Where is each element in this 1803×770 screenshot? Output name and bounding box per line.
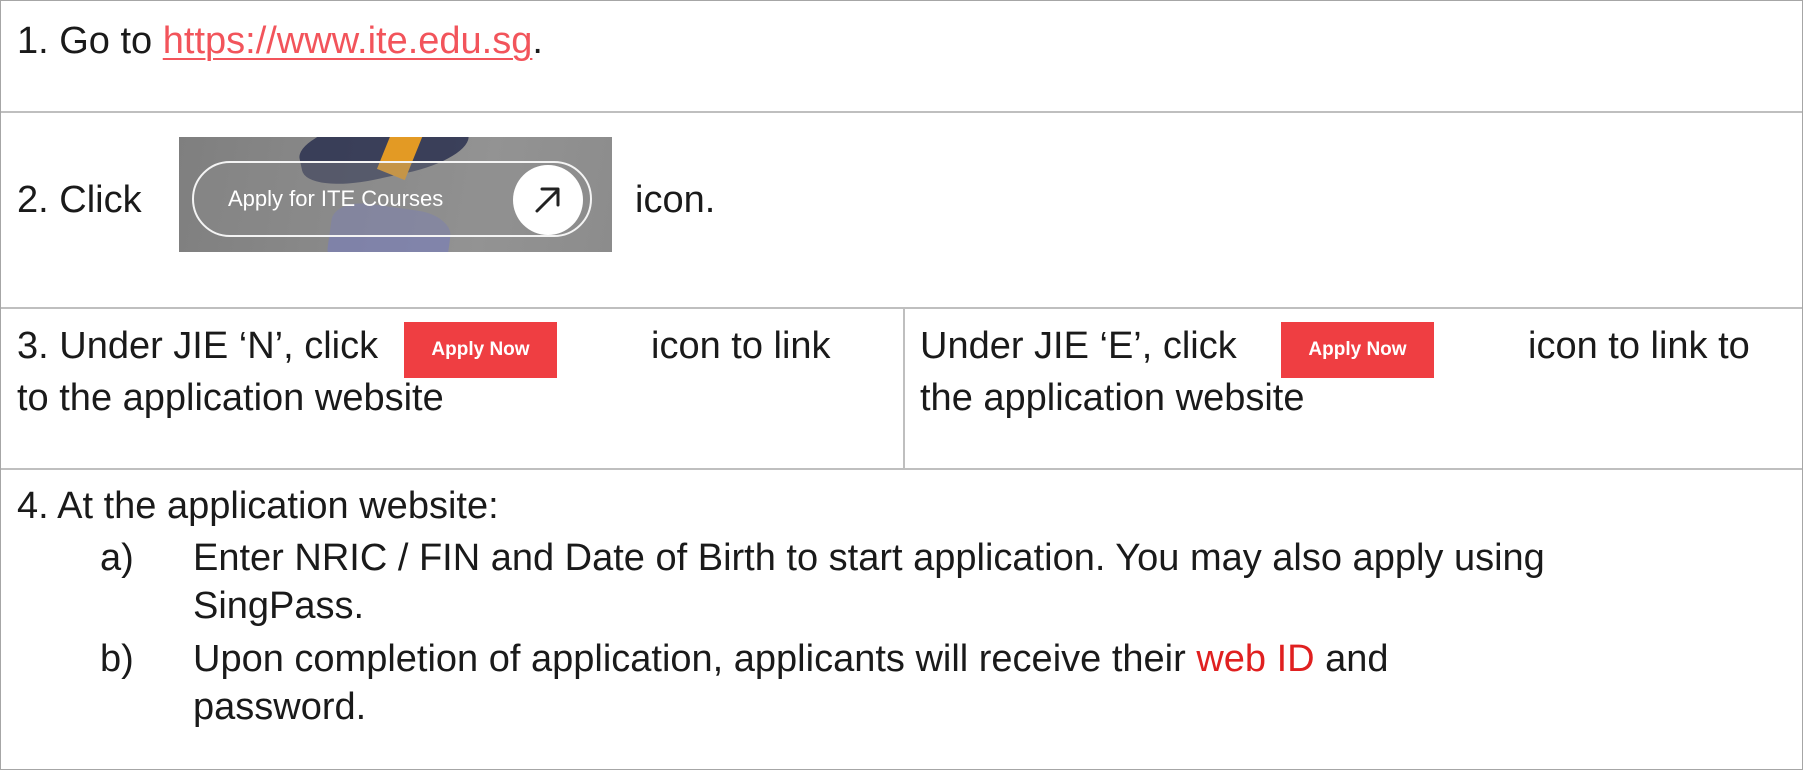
item-b-line-2: password. — [193, 686, 367, 728]
arrow-up-right-icon[interactable] — [513, 165, 583, 235]
instruction-table: 1. Go to https://www.ite.edu.sg. 2. Clic… — [0, 0, 1803, 770]
step-3-left-line-1: 3. Under JIE ‘N’, click — [17, 322, 378, 370]
item-b-text-after: and — [1314, 638, 1389, 680]
step-1-suffix: . — [532, 20, 543, 62]
column-divider — [903, 309, 905, 470]
step-3-right-text-a: Under JIE ‘E’, click — [920, 325, 1237, 367]
web-id-highlight: web ID — [1196, 638, 1315, 680]
step-4-intro: 4. At the application website: — [17, 485, 499, 527]
apply-now-button-n[interactable]: Apply Now — [404, 322, 557, 378]
step-2-suffix: icon. — [635, 179, 716, 221]
item-b-text-before: Upon completion of application, applican… — [193, 638, 1197, 680]
ite-website-link[interactable]: https://www.ite.edu.sg — [163, 20, 533, 62]
apply-for-ite-courses-label: Apply for ITE Courses — [228, 186, 444, 211]
step-3-left-text-c: to the application website — [17, 377, 444, 419]
step-3-left-text-b: icon to link — [651, 325, 831, 367]
step-3-right-text-b: icon to link to — [1528, 325, 1750, 367]
step-3-row: 3. Under JIE ‘N’, click Apply Now icon t… — [1, 309, 1802, 470]
step-2-prefix: 2. Click — [17, 179, 142, 221]
step-4-row: 4. At the application website: a) Enter … — [1, 470, 1802, 769]
apply-for-ite-courses-button[interactable]: Apply for ITE Courses — [192, 161, 592, 237]
item-a-line-2: SingPass. — [193, 585, 365, 627]
step-3-left-text-a: 3. Under JIE ‘N’, click — [17, 325, 379, 367]
item-b-marker: b) — [100, 638, 134, 680]
step-1-row: 1. Go to https://www.ite.edu.sg. — [1, 1, 1802, 113]
item-b-line-1: Upon completion of application, applican… — [193, 635, 1389, 683]
item-a-marker: a) — [100, 537, 134, 579]
step-1-prefix: 1. Go to — [17, 20, 163, 62]
apply-for-ite-courses-banner: Apply for ITE Courses — [179, 137, 612, 252]
step-2-row: 2. Click Apply for ITE Courses icon. — [1, 113, 1802, 309]
apply-now-button-e[interactable]: Apply Now — [1281, 322, 1434, 378]
step-1-text: 1. Go to https://www.ite.edu.sg. — [17, 17, 543, 65]
item-a-line-1: Enter NRIC / FIN and Date of Birth to st… — [193, 537, 1545, 579]
step-3-right-text-c: the application website — [920, 377, 1305, 419]
